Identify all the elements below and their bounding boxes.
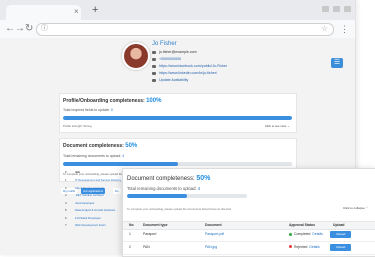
facebook-icon [152, 64, 156, 68]
column-no: No [129, 223, 134, 227]
see-more-toggle[interactable]: Click to see more ⌄ [265, 124, 290, 128]
onboarding-progress-bar [63, 116, 292, 120]
document-file-link[interactable]: PAN.jpg [205, 245, 217, 249]
document-type: PAN [143, 244, 150, 249]
linkedin-row: https://www.linkedin.com/in/jo-fisher/ [152, 71, 217, 75]
job-row-title[interactable]: Full Stack Developer [75, 216, 101, 220]
column-upload: Upload [333, 223, 345, 227]
job-row-title[interactable]: .NET Solution Architect [75, 193, 104, 197]
remaining-documents: Total remaining documents to upload: 4 [127, 186, 201, 191]
hamburger-menu-button[interactable]: ☰ [331, 58, 343, 68]
linkedin-icon [152, 71, 156, 75]
onboarding-required: Total required fields to update: 0 [63, 108, 113, 112]
document-progress-bar [127, 194, 247, 198]
calendar-icon [152, 78, 156, 82]
document-completeness-panel: Document completeness: 50% Total remaini… [122, 168, 375, 257]
document-completeness-percent: 50% [196, 175, 211, 182]
phone-icon [152, 57, 156, 61]
documents-bg-remaining: Total remaining documents to upload: 4 [63, 154, 125, 158]
document-row-number: 2 [129, 244, 131, 249]
approval-status: Rejected Details [289, 245, 320, 249]
back-icon[interactable]: ← [5, 22, 15, 36]
upload-button[interactable]: Upload [330, 231, 351, 238]
minimize-button[interactable] [322, 6, 329, 12]
document-file-link[interactable]: Passport.pdf [205, 232, 224, 236]
email-row: jo.fisher@example.com [152, 50, 197, 54]
job-table-row[interactable]: 7 Web Development Intern [60, 223, 122, 229]
email-value: jo.fisher@example.com [159, 50, 197, 54]
column-document-type: Document type [143, 223, 168, 227]
upload-button[interactable]: Upload [330, 243, 351, 251]
job-table-row[interactable]: 5 Data Analyst & Growth Assistant [60, 208, 122, 214]
job-row-number: 2 [65, 185, 67, 190]
job-table-row[interactable]: 6 Full Stack Developer [60, 216, 122, 222]
job-row-title[interactable]: Data Analyst & Growth Assistant [75, 208, 115, 212]
documents-bg-progress-bar [63, 162, 292, 166]
job-row-number: 4 [65, 200, 67, 205]
status-details-link[interactable]: Details [309, 245, 319, 249]
document-completeness-title: Document completeness: 50% [127, 175, 211, 182]
document-progress-fill [127, 194, 187, 198]
profile-name: Jo Fisher [152, 41, 177, 47]
document-row-number: 1 [129, 232, 131, 236]
job-row-number: 7 [65, 223, 67, 227]
job-table-header: # Job [65, 170, 80, 174]
linkedin-link[interactable]: https://www.linkedin.com/in/jo-fisher/ [159, 71, 217, 75]
update-availability-link[interactable]: Update Availability [159, 78, 188, 82]
job-table-row[interactable]: 4 Java Developer [60, 201, 122, 207]
onboarding-note: To complete your onboarding, please uplo… [127, 207, 232, 211]
close-window-button[interactable] [344, 6, 351, 12]
job-table-row[interactable]: 3 .NET Solution Architect [60, 193, 122, 199]
browser-menu-icon[interactable]: ⋮ [340, 22, 349, 36]
profile-strength: Profile strength: Strong [63, 124, 92, 128]
bookmark-star-icon[interactable]: ☆ [321, 23, 328, 35]
browser-tab[interactable]: × [6, 5, 81, 20]
column-approval-status: Approval Status [289, 223, 315, 227]
facebook-row: https://www.facebook.com/public/Jo-Fishe… [152, 64, 227, 68]
tab-bar: × + [0, 0, 355, 20]
job-row-title[interactable]: Client Service Assistant [75, 186, 104, 190]
new-tab-icon[interactable]: + [92, 4, 98, 16]
job-row-number: 1 [65, 178, 67, 182]
onboarding-progress-fill [63, 116, 292, 120]
status-dot-icon [289, 245, 292, 249]
url-input[interactable]: ⓘ ☆ [36, 23, 334, 36]
status-details-link[interactable]: Details [312, 232, 322, 236]
documents-bg-title: Document completeness: 50% [63, 143, 138, 149]
status-text: Completed [294, 232, 311, 236]
document-type: Passport [143, 232, 157, 236]
email-icon [152, 50, 156, 54]
job-table-row[interactable]: 1 IT Development and Service Delivery [60, 178, 122, 184]
approval-status: Completed Details [289, 232, 323, 236]
reload-icon[interactable]: ↻ [25, 22, 33, 36]
job-row-number: 5 [65, 208, 67, 212]
column-document: Document [205, 223, 222, 227]
onboarding-title: Profile/Onboarding completeness: 100% [63, 98, 162, 104]
onboarding-percent: 100% [146, 98, 162, 104]
address-bar-row: ← → ↻ ⓘ ☆ ⋮ [0, 20, 355, 39]
status-text: Rejected [294, 244, 308, 249]
documents-bg-progress-fill [63, 162, 178, 166]
tab-close-icon[interactable]: × [74, 7, 79, 17]
job-row-title[interactable]: IT Development and Service Delivery [75, 178, 121, 182]
facebook-link[interactable]: https://www.facebook.com/public/Jo-Fishe… [159, 64, 227, 68]
maximize-button[interactable] [333, 6, 340, 12]
avatar [122, 42, 150, 70]
job-row-number: 6 [65, 215, 67, 220]
phone-link[interactable]: +0000000000 [159, 57, 181, 61]
job-row-title[interactable]: Web Development Intern [75, 223, 106, 227]
info-icon: ⓘ [41, 25, 48, 32]
status-dot-icon [289, 232, 292, 236]
collapse-toggle[interactable]: Click to collapse ⌃ [343, 206, 368, 210]
availability-row: Update Availability [152, 78, 188, 82]
job-table-row[interactable]: 2 Client Service Assistant [60, 186, 122, 192]
job-row-title[interactable]: Java Developer [75, 201, 94, 205]
remaining-documents-count: 4 [197, 186, 201, 191]
job-row-number: 3 [65, 193, 67, 197]
onboarding-card: Profile/Onboarding completeness: 100% To… [59, 93, 297, 133]
document-row: 1 Passport Passport.pdf Completed Details Upl… [123, 229, 375, 242]
document-row: 2 PAN PAN.jpg Rejected Details Upload [123, 242, 375, 255]
forward-icon[interactable]: → [15, 22, 25, 36]
phone-row: +0000000000 [152, 57, 181, 61]
